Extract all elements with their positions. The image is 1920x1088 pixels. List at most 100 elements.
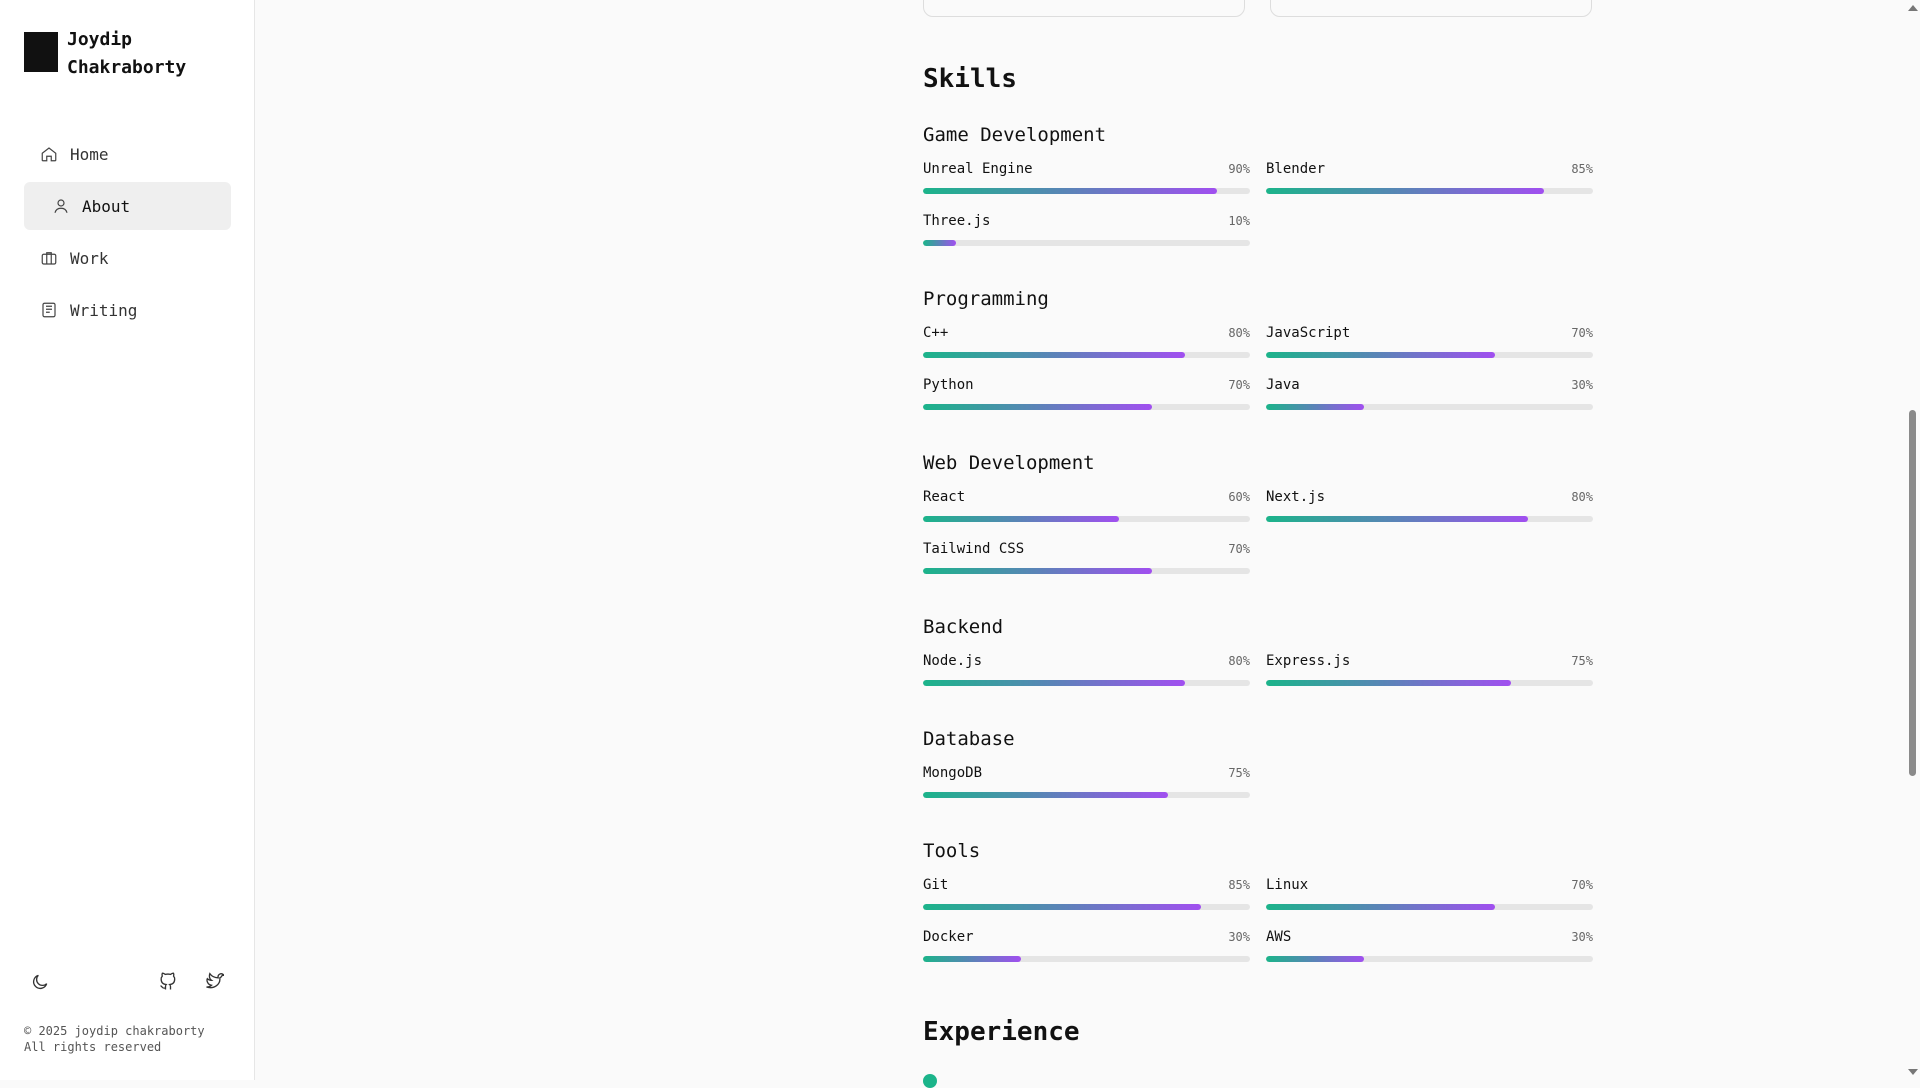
skill-progress-bar — [1266, 680, 1593, 686]
skill-progress-fill — [923, 792, 1169, 798]
nav-item-work[interactable]: Work — [24, 234, 231, 282]
nav-item-home[interactable]: Home — [24, 130, 231, 178]
skill-name: React — [923, 489, 966, 505]
skill-item: Git 85% — [923, 877, 1250, 913]
skill-name: Linux — [1266, 877, 1309, 893]
newspaper-icon — [42, 302, 56, 318]
skill-progress-fill — [1266, 352, 1495, 358]
scroll-up-arrow-icon[interactable] — [1908, 5, 1918, 11]
skill-progress-fill — [923, 240, 956, 246]
skill-progress-fill — [923, 568, 1152, 574]
skill-progress-bar — [1266, 904, 1593, 910]
copyright: © 2025 joydip chakraborty All rights res… — [24, 1023, 205, 1055]
skill-item: C++ 80% — [923, 325, 1250, 361]
timeline-dot — [923, 1074, 937, 1088]
skill-percent: 30% — [1571, 930, 1593, 944]
skill-progress-fill — [923, 904, 1201, 910]
skill-progress-fill — [923, 188, 1218, 194]
scrollbar-thumb[interactable] — [1909, 410, 1916, 776]
github-icon[interactable] — [158, 972, 180, 994]
skill-item: Next.js 80% — [1266, 489, 1593, 525]
category-title: Web Development — [923, 452, 1095, 474]
skill-progress-fill — [923, 516, 1120, 522]
skill-progress-bar — [923, 680, 1250, 686]
category-title: Tools — [923, 840, 981, 862]
category-title: Programming — [923, 288, 1049, 310]
logo-mark — [24, 32, 58, 72]
skill-item: Express.js 75% — [1266, 653, 1593, 689]
skill-name: Blender — [1266, 161, 1326, 177]
skill-item: Node.js 80% — [923, 653, 1250, 689]
experience-heading: Experience — [923, 1017, 1080, 1047]
skill-percent: 90% — [1228, 162, 1250, 176]
skill-name: Node.js — [923, 653, 983, 669]
skill-progress-fill — [1266, 516, 1528, 522]
skill-name: Docker — [923, 929, 974, 945]
skill-name: Unreal Engine — [923, 161, 1033, 177]
twitter-icon[interactable] — [204, 972, 226, 994]
skill-percent: 30% — [1571, 378, 1593, 392]
skill-progress-fill — [1266, 680, 1512, 686]
skill-progress-bar — [923, 404, 1250, 410]
skill-item: Three.js 10% — [923, 213, 1250, 249]
skill-percent: 85% — [1571, 162, 1593, 176]
site-logo[interactable]: Joydip Chakraborty — [24, 26, 207, 82]
scroll-down-arrow-icon[interactable] — [1908, 1069, 1918, 1075]
skill-item: Java 30% — [1266, 377, 1593, 413]
skill-percent: 75% — [1571, 654, 1593, 668]
skill-category: Tools Git 85% Linux 70% Docker 30% AWS 30% — [923, 837, 1593, 962]
skill-name: C++ — [923, 325, 949, 341]
skill-name: Python — [923, 377, 974, 393]
skill-item: MongoDB 75% — [923, 765, 1250, 801]
skill-progress-bar — [923, 352, 1250, 358]
skill-progress-fill — [1266, 904, 1495, 910]
skill-name: AWS — [1266, 929, 1292, 945]
skill-name: Git — [923, 877, 949, 893]
skill-progress-bar — [923, 792, 1250, 798]
skill-percent: 80% — [1571, 490, 1593, 504]
skill-category: Game Development Unreal Engine 90% Blende… — [923, 121, 1593, 246]
skill-progress-fill — [923, 404, 1152, 410]
skill-percent: 30% — [1228, 930, 1250, 944]
skill-progress-bar — [1266, 188, 1593, 194]
nav-item-writing[interactable]: Writing — [24, 286, 231, 334]
skill-name: JavaScript — [1266, 325, 1351, 341]
skill-name: Java — [1266, 377, 1300, 393]
skill-item: AWS 30% — [1266, 929, 1593, 965]
skill-percent: 10% — [1228, 214, 1250, 228]
previous-section-card — [923, 0, 1245, 17]
skill-progress-bar — [1266, 516, 1593, 522]
skill-progress-bar — [923, 904, 1250, 910]
theme-toggle-moon-icon[interactable] — [30, 972, 52, 994]
skill-item: React 60% — [923, 489, 1250, 525]
skill-progress-bar — [923, 240, 1250, 246]
skill-progress-fill — [1266, 188, 1544, 194]
sidebar: Joydip Chakraborty Home About Work Writi… — [0, 0, 255, 1080]
skill-percent: 70% — [1228, 378, 1250, 392]
category-title: Backend — [923, 616, 1004, 638]
home-icon — [41, 147, 57, 162]
nav-item-about[interactable]: About — [24, 182, 231, 230]
skill-progress-bar — [923, 188, 1250, 194]
skill-item: Unreal Engine 90% — [923, 161, 1250, 197]
briefcase-icon — [41, 252, 57, 265]
main-nav: Home About Work Writing — [24, 130, 231, 338]
skill-name: Express.js — [1266, 653, 1351, 669]
skills-heading: Skills — [923, 64, 1017, 94]
skill-progress-fill — [923, 352, 1185, 358]
skill-percent: 70% — [1571, 326, 1593, 340]
page-scrollbar[interactable] — [1904, 0, 1920, 1080]
skill-name: Tailwind CSS — [923, 541, 1025, 557]
skill-progress-bar — [923, 516, 1250, 522]
nav-label: About — [82, 196, 131, 216]
skill-progress-fill — [1266, 404, 1365, 410]
user-icon — [54, 199, 68, 213]
site-name: Joydip Chakraborty — [67, 29, 187, 78]
skill-item: Linux 70% — [1266, 877, 1593, 913]
skill-progress-fill — [923, 956, 1022, 962]
skill-name: Three.js — [923, 213, 991, 229]
skill-category: Backend Node.js 80% Express.js 75% — [923, 613, 1593, 686]
nav-label: Writing — [70, 300, 138, 320]
skill-progress-bar — [1266, 956, 1593, 962]
skill-item: Blender 85% — [1266, 161, 1593, 197]
